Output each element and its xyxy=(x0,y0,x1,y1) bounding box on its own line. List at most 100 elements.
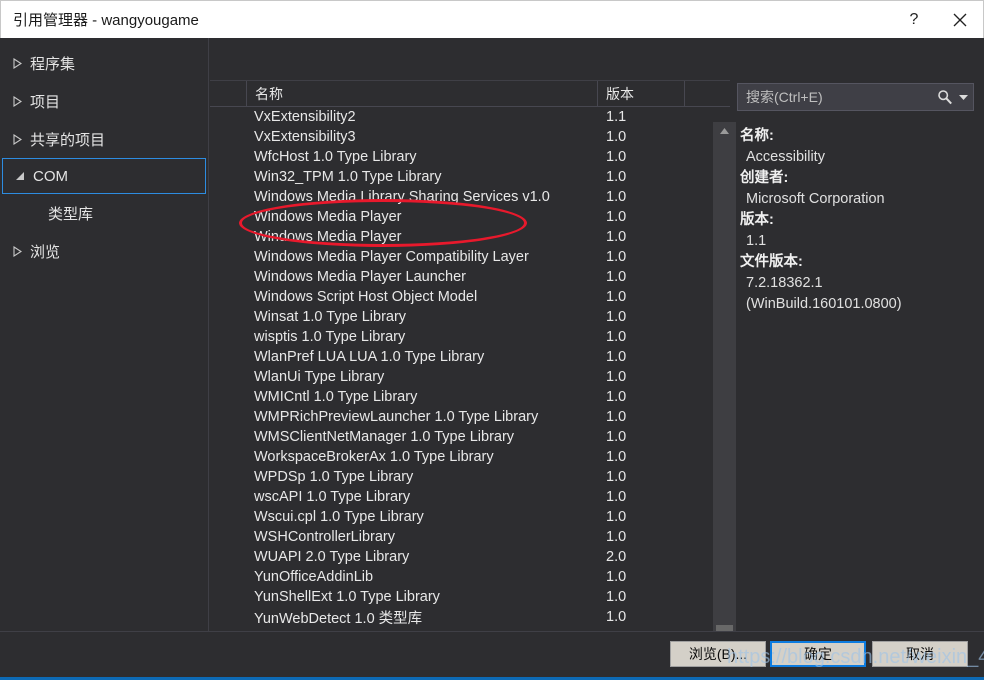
row-name: YunWebDetect 1.0 类型库 xyxy=(254,610,423,627)
row-name: WSHControllerLibrary xyxy=(254,529,396,545)
table-row[interactable]: WfcHost 1.0 Type Library 1.0 xyxy=(210,147,730,167)
row-name: Win32_TPM 1.0 Type Library xyxy=(254,169,442,185)
table-row[interactable]: WPDSp 1.0 Type Library 1.0 xyxy=(210,467,730,487)
row-version: 1.0 xyxy=(606,349,627,365)
table-row[interactable]: Windows Media Player 1.0 xyxy=(210,227,730,247)
column-header-name[interactable]: 名称 xyxy=(247,81,598,106)
ok-button[interactable]: 确定 xyxy=(770,641,866,667)
window-title: 引用管理器 - wangyougame xyxy=(13,12,199,29)
row-name: WMICntl 1.0 Type Library xyxy=(254,389,418,405)
row-name: VxExtensibility2 xyxy=(254,109,356,125)
sidebar-item-com[interactable]: COM xyxy=(2,158,206,194)
row-version: 1.0 xyxy=(606,389,627,405)
row-name: Windows Media Player Launcher xyxy=(254,269,466,285)
column-header-checkbox[interactable] xyxy=(210,81,247,106)
table-row[interactable]: wscAPI 1.0 Type Library 1.0 xyxy=(210,487,730,507)
row-version: 1.0 xyxy=(606,409,627,425)
row-name: wscAPI 1.0 Type Library xyxy=(254,489,411,505)
table-row[interactable]: WorkspaceBrokerAx 1.0 Type Library 1.0 xyxy=(210,447,730,467)
detail-label-file-version: 文件版本: xyxy=(740,254,803,270)
row-version: 2.0 xyxy=(606,549,627,565)
title-bar: 引用管理器 - wangyougame ? xyxy=(0,0,984,38)
table-row[interactable]: Windows Media Player Compatibility Layer… xyxy=(210,247,730,267)
row-version: 1.0 xyxy=(606,149,627,165)
triangle-up-icon xyxy=(720,127,729,134)
row-version: 1.0 xyxy=(606,289,627,305)
table-row[interactable]: WlanPref LUA LUA 1.0 Type Library 1.0 xyxy=(210,347,730,367)
table-row[interactable]: Windows Script Host Object Model 1.0 xyxy=(210,287,730,307)
table-row[interactable]: YunWebDetect 1.0 类型库 1.0 xyxy=(210,607,730,627)
sidebar-item-browse[interactable]: 浏览 xyxy=(0,232,208,270)
reference-manager-window: 引用管理器 - wangyougame ? 程序集 项目 共享的项目 COM 类… xyxy=(0,0,984,680)
row-version: 1.0 xyxy=(606,489,627,505)
search-input[interactable] xyxy=(738,84,933,110)
row-version: 1.0 xyxy=(606,309,627,325)
table-row[interactable]: WUAPI 2.0 Type Library 2.0 xyxy=(210,547,730,567)
table-row[interactable]: VxExtensibility2 1.1 xyxy=(210,107,730,127)
row-version: 1.0 xyxy=(606,469,627,485)
close-button[interactable] xyxy=(937,2,983,38)
row-version: 1.0 xyxy=(606,529,627,545)
table-row[interactable]: YunShellExt 1.0 Type Library 1.0 xyxy=(210,587,730,607)
row-name: WlanPref LUA LUA 1.0 Type Library xyxy=(254,349,485,365)
search-icon[interactable] xyxy=(933,89,957,105)
table-row[interactable]: WlanUi Type Library 1.0 xyxy=(210,367,730,387)
row-version: 1.0 xyxy=(606,509,627,525)
row-name: Windows Media Player Compatibility Layer xyxy=(254,249,529,265)
table-row[interactable]: WMSClientNetManager 1.0 Type Library 1.0 xyxy=(210,427,730,447)
table-row[interactable]: Windows Media Library Sharing Services v… xyxy=(210,187,730,207)
table-row[interactable]: YunOfficeAddinLib 1.0 xyxy=(210,567,730,587)
row-name: WMPRichPreviewLauncher 1.0 Type Library xyxy=(254,409,539,425)
search-box[interactable] xyxy=(737,83,974,111)
chevron-right-icon xyxy=(8,245,26,257)
table-row[interactable]: Windows Media Player Launcher 1.0 xyxy=(210,267,730,287)
close-icon xyxy=(953,13,967,26)
scroll-up-button[interactable] xyxy=(713,122,736,139)
table-row[interactable]: Win32_TPM 1.0 Type Library 1.0 xyxy=(210,167,730,187)
column-header-filler xyxy=(685,81,730,106)
sidebar-item-shared-projects[interactable]: 共享的项目 xyxy=(0,120,208,158)
row-name: Windows Media Player xyxy=(254,229,402,245)
table-row[interactable]: WMPRichPreviewLauncher 1.0 Type Library 1… xyxy=(210,407,730,427)
row-version: 1.0 xyxy=(606,569,627,585)
table-row[interactable]: WMICntl 1.0 Type Library 1.0 xyxy=(210,387,730,407)
row-version: 1.0 xyxy=(606,169,627,185)
component-list-panel: 名称 版本 VxExtensibility2 1.1 VxExtensibility… xyxy=(210,80,730,670)
search-dropdown-chevron-down-icon[interactable] xyxy=(957,94,973,100)
table-row[interactable]: wisptis 1.0 Type Library 1.0 xyxy=(210,327,730,347)
row-version: 1.0 xyxy=(606,249,627,265)
cancel-button[interactable]: 取消 xyxy=(872,641,968,667)
dialog-body: 程序集 项目 共享的项目 COM 类型库 浏览 名称 版本 VxExtensib… xyxy=(0,38,984,668)
table-row[interactable]: Wscui.cpl 1.0 Type Library 1.0 xyxy=(210,507,730,527)
row-version: 1.0 xyxy=(606,589,627,605)
row-version: 1.0 xyxy=(606,329,627,345)
table-row[interactable]: WSHControllerLibrary 1.0 xyxy=(210,527,730,547)
row-name: wisptis 1.0 Type Library xyxy=(254,329,406,345)
browse-button[interactable]: 浏览(B)... xyxy=(670,641,766,667)
detail-value-name: Accessibility xyxy=(746,149,825,165)
dialog-button-bar: 浏览(B)... 确定 取消 xyxy=(0,631,984,677)
row-name: WorkspaceBrokerAx 1.0 Type Library xyxy=(254,449,494,465)
row-name: WUAPI 2.0 Type Library xyxy=(254,549,410,565)
row-name: Windows Media Player xyxy=(254,209,402,225)
row-name: Wscui.cpl 1.0 Type Library xyxy=(254,509,424,525)
sidebar-item-label: COM xyxy=(33,167,68,185)
row-name: WlanUi Type Library xyxy=(254,369,385,385)
list-scrollbar[interactable] xyxy=(713,122,736,668)
table-row[interactable]: Winsat 1.0 Type Library 1.0 xyxy=(210,307,730,327)
detail-value-creator: Microsoft Corporation xyxy=(746,191,885,207)
table-row[interactable]: Windows Media Player 1.0 xyxy=(210,207,730,227)
component-list-rows[interactable]: VxExtensibility2 1.1 VxExtensibility3 1.0 Wf… xyxy=(210,107,730,650)
help-button[interactable]: ? xyxy=(891,2,937,38)
column-header-version[interactable]: 版本 xyxy=(598,81,685,106)
row-name: Winsat 1.0 Type Library xyxy=(254,309,407,325)
scrollbar-track[interactable] xyxy=(713,139,736,665)
sidebar-item-projects[interactable]: 项目 xyxy=(0,82,208,120)
row-version: 1.0 xyxy=(606,229,627,245)
table-row[interactable]: VxExtensibility3 1.0 xyxy=(210,127,730,147)
sidebar-item-label: 项目 xyxy=(30,93,61,111)
sidebar-item-type-libraries[interactable]: 类型库 xyxy=(0,194,208,232)
detail-value-version: 1.1 xyxy=(746,233,767,249)
chevron-right-icon xyxy=(8,95,26,107)
sidebar-item-assemblies[interactable]: 程序集 xyxy=(0,44,208,82)
